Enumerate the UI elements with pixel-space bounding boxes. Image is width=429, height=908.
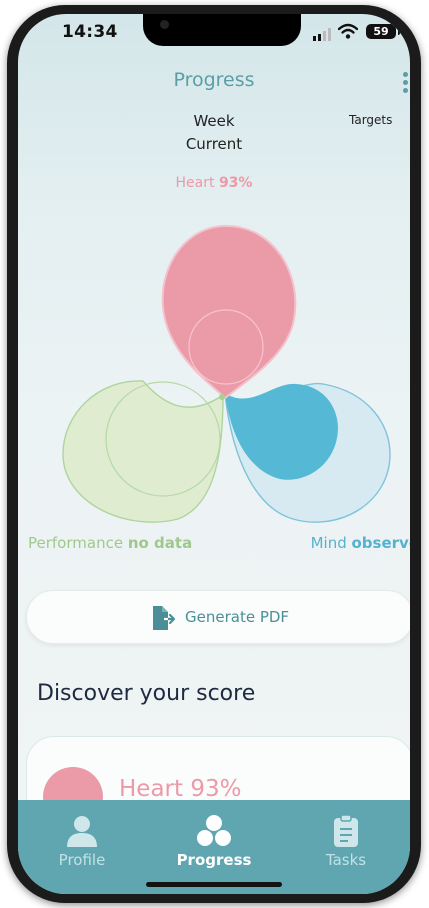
mind-petal[interactable]: [224, 382, 391, 523]
performance-value: no data: [127, 534, 193, 552]
cellular-signal-icon: [313, 28, 331, 41]
battery-indicator: 59: [366, 24, 400, 39]
heart-petal[interactable]: [161, 224, 297, 400]
tab-profile-label: Profile: [58, 851, 106, 869]
three-petal-icon: [197, 815, 231, 846]
tab-tasks-label: Tasks: [325, 851, 367, 869]
home-indicator[interactable]: [146, 882, 282, 887]
heart-name: Heart: [175, 175, 215, 191]
generate-pdf-label: Generate PDF: [185, 608, 290, 626]
generate-pdf-button[interactable]: Generate PDF: [26, 590, 410, 644]
mind-score-label: Mind observe: [311, 534, 410, 552]
camera-dot: [160, 20, 169, 29]
app-screen: 14:34 59 Progress Week Current Targets H…: [18, 14, 410, 894]
score-petal-chart: [62, 224, 391, 523]
chevron-right-icon[interactable]: [408, 114, 410, 130]
discover-heading: Discover your score: [37, 681, 256, 706]
page-title: Progress: [173, 69, 255, 91]
bottom-tab-bar: Profile Progress Tasks: [18, 800, 410, 894]
file-export-icon: [153, 606, 176, 630]
mind-name: Mind: [310, 534, 347, 552]
person-icon: [67, 816, 97, 847]
targets-link[interactable]: Targets: [349, 113, 392, 127]
phone-frame: 14:34 59 Progress Week Current Targets H…: [7, 5, 421, 903]
heart-card-label: Heart 93%: [119, 776, 242, 802]
status-time: 14:34: [62, 22, 118, 42]
performance-petal[interactable]: [62, 380, 224, 523]
tab-tasks[interactable]: Tasks: [286, 800, 406, 894]
center-dot: [219, 394, 225, 400]
wifi-icon: [338, 23, 358, 39]
tab-progress[interactable]: Progress: [154, 800, 274, 894]
mind-value: observe: [351, 534, 411, 552]
heart-score-label: Heart 93%: [18, 175, 410, 191]
notch: [143, 14, 301, 46]
tab-progress-label: Progress: [176, 851, 252, 869]
performance-name: Performance: [28, 534, 124, 552]
tab-profile[interactable]: Profile: [22, 800, 142, 894]
performance-score-label: Performance no data: [28, 534, 192, 552]
range-label: Current: [185, 135, 243, 153]
clipboard-icon: [334, 814, 358, 847]
more-options-icon[interactable]: [401, 72, 410, 94]
heart-value: 93%: [218, 175, 253, 191]
